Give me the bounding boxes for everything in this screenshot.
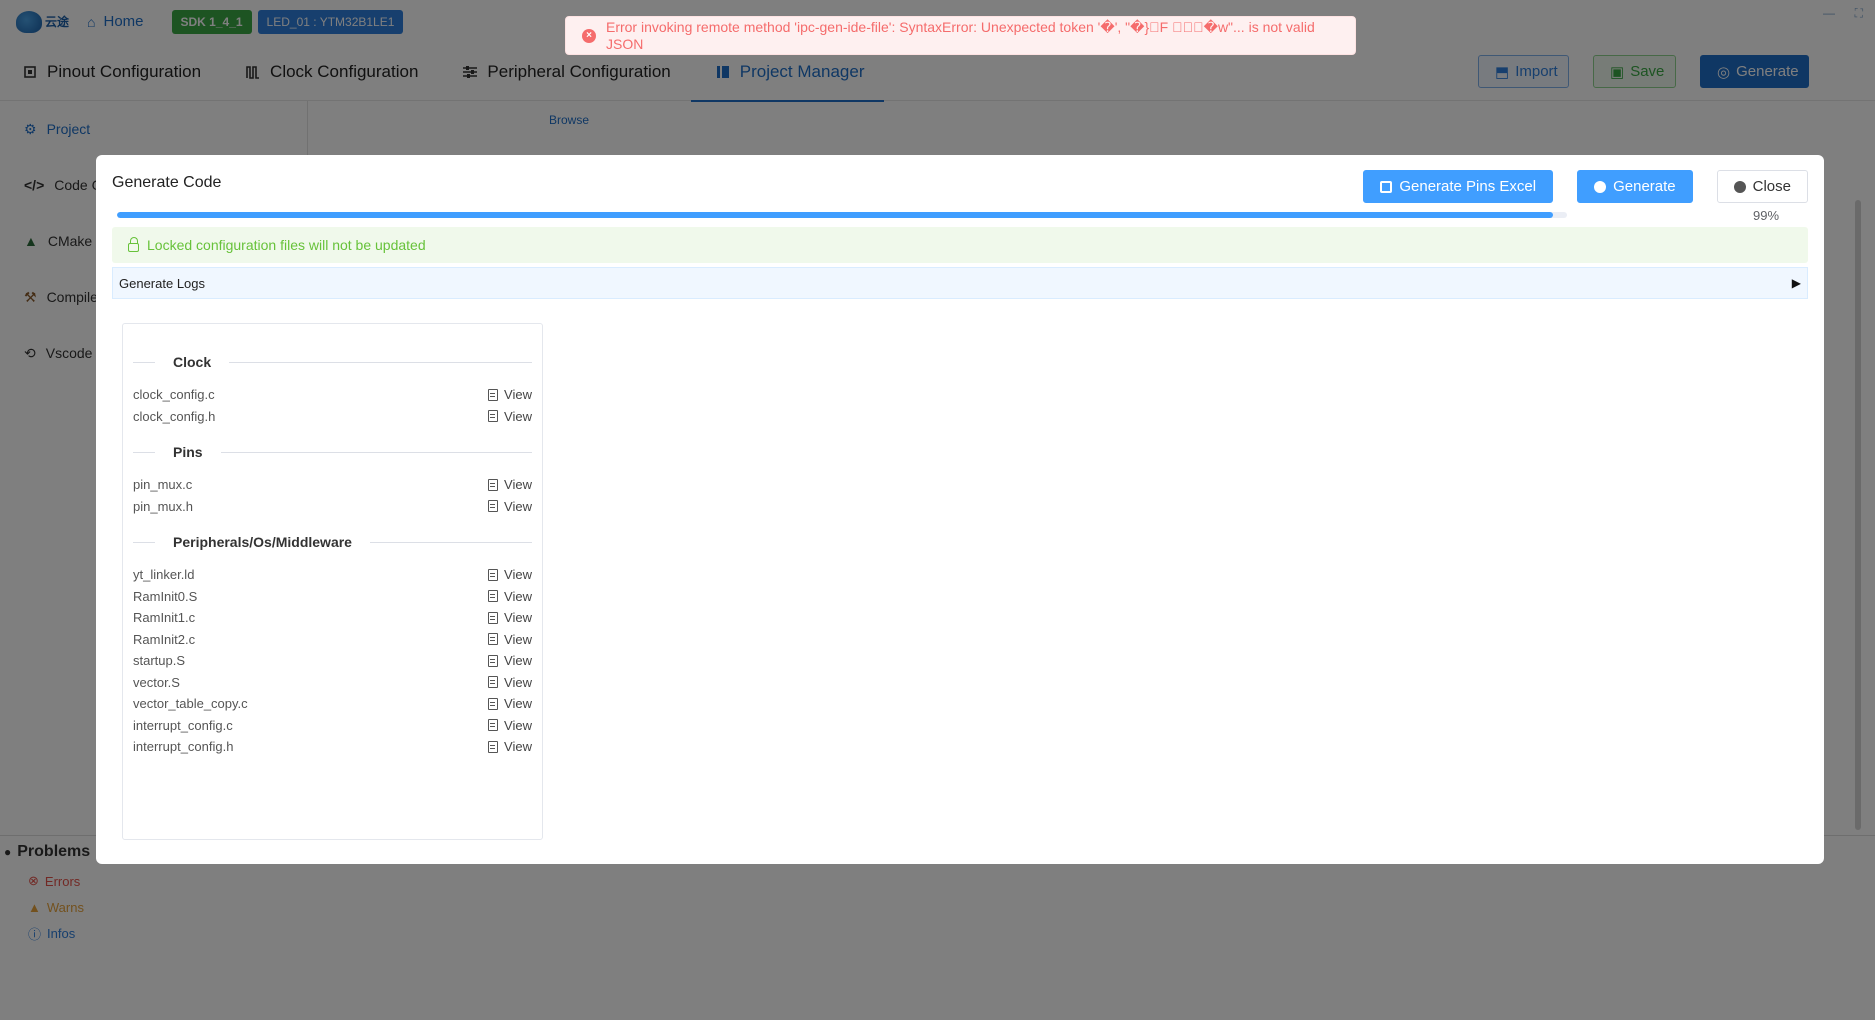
view-file-link[interactable]: View bbox=[488, 499, 532, 514]
error-message: Error invoking remote method 'ipc-gen-id… bbox=[605, 19, 1315, 52]
file-row: startup.S View bbox=[133, 650, 532, 672]
close-button[interactable]: Close bbox=[1716, 170, 1808, 203]
file-group-header: Peripherals/Os/Middleware bbox=[133, 528, 532, 556]
view-file-link[interactable]: View bbox=[488, 477, 532, 492]
file-name: RamInit2.c bbox=[133, 631, 196, 647]
view-file-link[interactable]: View bbox=[488, 387, 532, 402]
button-label: Generate Pins Excel bbox=[1399, 178, 1537, 195]
file-row: pin_mux.h View bbox=[133, 496, 532, 518]
file-name: vector_table_copy.c bbox=[133, 696, 248, 712]
file-row: RamInit1.c View bbox=[133, 607, 532, 629]
file-group-title: Clock bbox=[173, 354, 212, 370]
view-file-link[interactable]: View bbox=[488, 739, 532, 754]
dialog-generate-button[interactable]: Generate bbox=[1577, 170, 1693, 203]
document-icon bbox=[488, 500, 499, 513]
view-label: View bbox=[504, 739, 532, 755]
file-name: interrupt_config.h bbox=[133, 739, 234, 755]
view-label: View bbox=[504, 631, 532, 647]
view-file-link[interactable]: View bbox=[488, 653, 532, 668]
progress-fill bbox=[117, 212, 1553, 218]
file-group-title: Pins bbox=[173, 444, 203, 460]
file-row: yt_linker.ld View bbox=[133, 564, 532, 586]
generate-logs-toggle[interactable]: Generate Logs ▶ bbox=[112, 267, 1808, 299]
view-label: View bbox=[504, 610, 532, 626]
view-file-link[interactable]: View bbox=[488, 696, 532, 711]
lock-icon bbox=[128, 236, 139, 252]
view-label: View bbox=[504, 588, 532, 604]
document-icon bbox=[488, 410, 499, 423]
check-circle-icon bbox=[1594, 180, 1607, 193]
document-icon bbox=[488, 633, 499, 646]
file-name: vector.S bbox=[133, 674, 180, 690]
file-name: pin_mux.h bbox=[133, 498, 193, 514]
view-file-link[interactable]: View bbox=[488, 610, 532, 625]
view-file-link[interactable]: View bbox=[488, 632, 532, 647]
view-label: View bbox=[504, 498, 532, 514]
generate-code-dialog: Generate Code Generate Pins Excel Genera… bbox=[96, 155, 1824, 864]
file-row: clock_config.c View bbox=[133, 384, 532, 406]
document-icon bbox=[488, 590, 499, 603]
logs-label: Generate Logs bbox=[119, 275, 206, 291]
view-file-link[interactable]: View bbox=[488, 567, 532, 582]
dialog-title: Generate Code bbox=[112, 174, 222, 191]
document-icon bbox=[488, 388, 499, 401]
file-name: pin_mux.c bbox=[133, 477, 193, 493]
progress-label: 99% bbox=[1753, 208, 1780, 223]
file-name: clock_config.c bbox=[133, 387, 215, 403]
file-name: interrupt_config.c bbox=[133, 717, 233, 733]
view-label: View bbox=[504, 674, 532, 690]
file-row: interrupt_config.h View bbox=[133, 736, 532, 758]
view-label: View bbox=[504, 477, 532, 493]
file-group-title: Peripherals/Os/Middleware bbox=[173, 534, 352, 550]
progress-bar bbox=[117, 212, 1567, 218]
generate-pins-excel-button[interactable]: Generate Pins Excel bbox=[1363, 170, 1554, 203]
error-circle-icon: × bbox=[582, 28, 596, 43]
close-circle-icon bbox=[1733, 180, 1746, 193]
document-icon bbox=[488, 740, 499, 753]
generated-files-panel: Clock clock_config.c View clock_config.h Vie… bbox=[122, 323, 543, 840]
file-group-header: Pins bbox=[133, 438, 532, 466]
document-icon bbox=[488, 611, 499, 624]
file-name: RamInit0.S bbox=[133, 588, 198, 604]
document-icon bbox=[488, 676, 499, 689]
view-label: View bbox=[504, 387, 532, 403]
document-icon bbox=[488, 654, 499, 667]
document-icon bbox=[488, 719, 499, 732]
file-row: vector_table_copy.c View bbox=[133, 693, 532, 715]
view-label: View bbox=[504, 567, 532, 583]
file-row: RamInit2.c View bbox=[133, 629, 532, 651]
view-label: View bbox=[504, 653, 532, 669]
button-label: Close bbox=[1752, 178, 1791, 195]
file-row: interrupt_config.c View bbox=[133, 715, 532, 737]
document-icon bbox=[488, 568, 499, 581]
file-name: RamInit1.c bbox=[133, 610, 196, 626]
expand-triangle-icon: ▶ bbox=[1791, 276, 1801, 290]
file-row: clock_config.h View bbox=[133, 406, 532, 428]
notice-text: Locked configuration files will not be u… bbox=[147, 237, 426, 253]
document-icon bbox=[488, 478, 499, 491]
file-name: clock_config.h bbox=[133, 408, 216, 424]
view-file-link[interactable]: View bbox=[488, 718, 532, 733]
view-file-link[interactable]: View bbox=[488, 589, 532, 604]
file-row: RamInit0.S View bbox=[133, 586, 532, 608]
view-label: View bbox=[504, 408, 532, 424]
file-row: pin_mux.c View bbox=[133, 474, 532, 496]
view-file-link[interactable]: View bbox=[488, 409, 532, 424]
document-icon bbox=[488, 697, 499, 710]
view-file-link[interactable]: View bbox=[488, 675, 532, 690]
view-label: View bbox=[504, 696, 532, 712]
file-name: startup.S bbox=[133, 653, 186, 669]
file-name: yt_linker.ld bbox=[133, 567, 195, 583]
excel-icon bbox=[1380, 180, 1393, 193]
file-row: vector.S View bbox=[133, 672, 532, 694]
locked-files-notice: Locked configuration files will not be u… bbox=[112, 227, 1808, 263]
view-label: View bbox=[504, 717, 532, 733]
file-group-header: Clock bbox=[133, 348, 532, 376]
button-label: Generate bbox=[1613, 178, 1676, 195]
error-toast: × Error invoking remote method 'ipc-gen-… bbox=[565, 16, 1356, 55]
